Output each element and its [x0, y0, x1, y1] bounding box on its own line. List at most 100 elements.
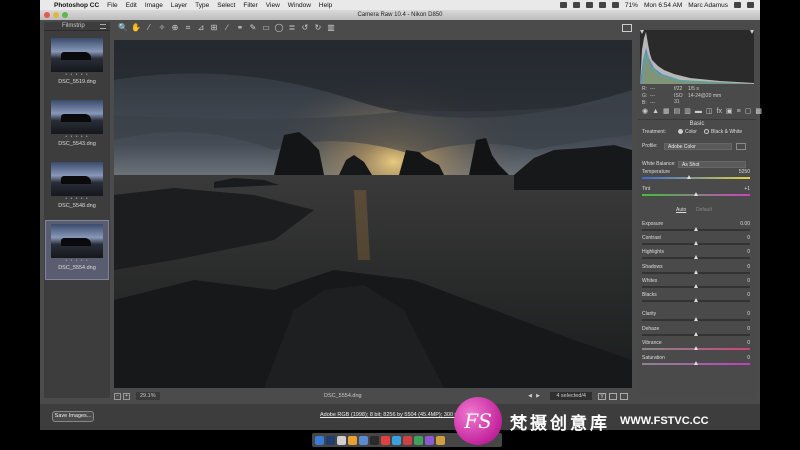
volume-icon[interactable] [611, 2, 619, 8]
dehaze-slider-handle[interactable] [693, 332, 698, 336]
default-button[interactable]: Default [696, 207, 712, 213]
tint-value-field[interactable]: +1 [734, 185, 750, 193]
app-icon[interactable] [370, 435, 379, 445]
profile-dropdown[interactable]: Adobe Color [664, 143, 732, 150]
workflow-options-link[interactable]: Adobe RGB (1998); 8 bit; 8256 by 5504 (4… [320, 412, 458, 418]
filmstrip-menu-icon[interactable] [100, 24, 106, 29]
hsl-tab-icon[interactable]: ▤ [674, 108, 681, 116]
app-icon[interactable] [392, 435, 401, 445]
zoom-in-button[interactable]: + [123, 392, 130, 400]
photoshop-icon[interactable] [326, 435, 335, 445]
rotate-right-icon[interactable]: ↻ [313, 23, 323, 33]
whites-slider-handle[interactable] [693, 284, 698, 288]
vibrance-slider[interactable] [642, 346, 750, 350]
detail-tab-icon[interactable]: ▦ [663, 108, 670, 116]
menu-window[interactable]: Window [288, 2, 311, 9]
tone-curve-tab-icon[interactable]: ▲ [652, 108, 659, 116]
menu-layer[interactable]: Layer [171, 2, 187, 9]
targeted-adjustment-tool-icon[interactable]: ⊕ [170, 23, 180, 33]
dropbox-icon[interactable] [572, 2, 580, 8]
lens-tab-icon[interactable]: ▬ [695, 108, 702, 116]
adjustment-brush-icon[interactable]: ✎ [248, 23, 258, 33]
dehaze-slider[interactable] [642, 332, 750, 336]
app-icon[interactable] [414, 435, 423, 445]
menu-filter[interactable]: Filter [243, 2, 257, 9]
menu-help[interactable]: Help [319, 2, 332, 9]
menu-image[interactable]: Image [145, 2, 163, 9]
menu-type[interactable]: Type [195, 2, 209, 9]
white-balance-dropdown[interactable]: As Shot [678, 161, 746, 168]
treatment-bw-radio[interactable]: Black & White [704, 128, 742, 136]
saturation-slider-handle[interactable] [693, 361, 698, 365]
app-icon[interactable] [359, 435, 368, 445]
treatment-color-radio[interactable]: Color [678, 128, 697, 136]
whites-value-field[interactable]: 0 [734, 277, 750, 285]
app-icon[interactable] [403, 435, 412, 445]
minimize-window-icon[interactable] [53, 12, 59, 18]
menu-view[interactable]: View [266, 2, 280, 9]
whites-slider[interactable] [642, 284, 750, 288]
saturation-slider[interactable] [642, 361, 750, 365]
finder-icon[interactable] [315, 435, 324, 445]
shadows-slider[interactable] [642, 270, 750, 274]
notification-icon[interactable] [747, 2, 754, 8]
temperature-slider-handle[interactable] [687, 175, 692, 179]
vibrance-slider-handle[interactable] [693, 346, 698, 350]
presets-tab-icon[interactable]: ≡ [737, 108, 741, 116]
color-sampler-tool-icon[interactable]: ✧ [157, 23, 167, 33]
contrast-slider-handle[interactable] [693, 241, 698, 245]
tint-slider[interactable] [642, 192, 750, 196]
save-images-button[interactable]: Save Images... [52, 411, 94, 422]
transform-tab-icon[interactable]: ◫ [706, 108, 713, 116]
transform-tool-icon[interactable]: ⊞ [209, 23, 219, 33]
effects-tab-icon[interactable]: fx [717, 108, 722, 116]
bridge-icon[interactable] [348, 435, 357, 445]
crop-tool-icon[interactable]: ⌗ [183, 23, 193, 33]
clarity-slider[interactable] [642, 317, 750, 321]
split-toning-tab-icon[interactable]: ▥ [684, 108, 691, 116]
exposure-value-field[interactable]: 0.00 [734, 220, 750, 228]
status-icon[interactable] [559, 2, 567, 8]
exposure-slider[interactable] [642, 227, 750, 231]
close-window-icon[interactable] [44, 12, 50, 18]
spot-removal-tool-icon[interactable]: ∕ [222, 23, 232, 33]
exposure-slider-handle[interactable] [693, 227, 698, 231]
calibration-tab-icon[interactable]: ▣ [726, 108, 733, 116]
blacks-slider[interactable] [642, 298, 750, 302]
zoom-level-dropdown[interactable]: 29.1% [136, 392, 160, 400]
panel-menu-icon[interactable]: ▩ [755, 108, 762, 116]
highlights-slider-handle[interactable] [693, 255, 698, 259]
dehaze-value-field[interactable]: 0 [734, 325, 750, 333]
clarity-value-field[interactable]: 0 [734, 310, 750, 318]
menu-photoshop[interactable]: Photoshop CC [54, 2, 99, 9]
blacks-slider-handle[interactable] [693, 298, 698, 302]
app-icon[interactable] [381, 435, 390, 445]
highlights-value-field[interactable]: 0 [734, 248, 750, 256]
basic-tab-icon[interactable]: ◉ [642, 108, 648, 116]
radial-filter-icon[interactable]: ◯ [274, 23, 284, 33]
menu-select[interactable]: Select [217, 2, 235, 9]
image-preview[interactable] [114, 40, 632, 388]
trash-icon[interactable]: ▥ [326, 23, 336, 33]
auto-button[interactable]: Auto [676, 207, 686, 213]
app-icon[interactable] [337, 435, 346, 445]
filmstrip-thumbnail[interactable]: • • • • • DSC_5519.dng [46, 35, 108, 93]
zoom-window-icon[interactable] [62, 12, 68, 18]
highlights-slider[interactable] [642, 255, 750, 259]
battery-percent[interactable]: 71% [625, 2, 638, 9]
profile-browser-icon[interactable] [736, 143, 746, 150]
filmstrip-thumbnail[interactable]: • • • • • DSC_5548.dng [46, 159, 108, 217]
saturation-value-field[interactable]: 0 [734, 354, 750, 362]
snapshots-tab-icon[interactable]: ▢ [745, 108, 752, 116]
menu-file[interactable]: File [107, 2, 117, 9]
graduated-filter-icon[interactable]: ▭ [261, 23, 271, 33]
clarity-slider-handle[interactable] [693, 317, 698, 321]
filmstrip-thumbnail[interactable]: • • • • • DSC_5543.dng [46, 97, 108, 155]
fullscreen-toggle-icon[interactable] [622, 24, 632, 32]
temperature-slider[interactable] [642, 175, 750, 179]
hand-tool-icon[interactable]: ✋ [131, 23, 141, 33]
cloud-icon[interactable] [585, 2, 593, 8]
shadows-slider-handle[interactable] [693, 270, 698, 274]
rotate-left-icon[interactable]: ↺ [300, 23, 310, 33]
zoom-tool-icon[interactable]: 🔍 [118, 23, 128, 33]
